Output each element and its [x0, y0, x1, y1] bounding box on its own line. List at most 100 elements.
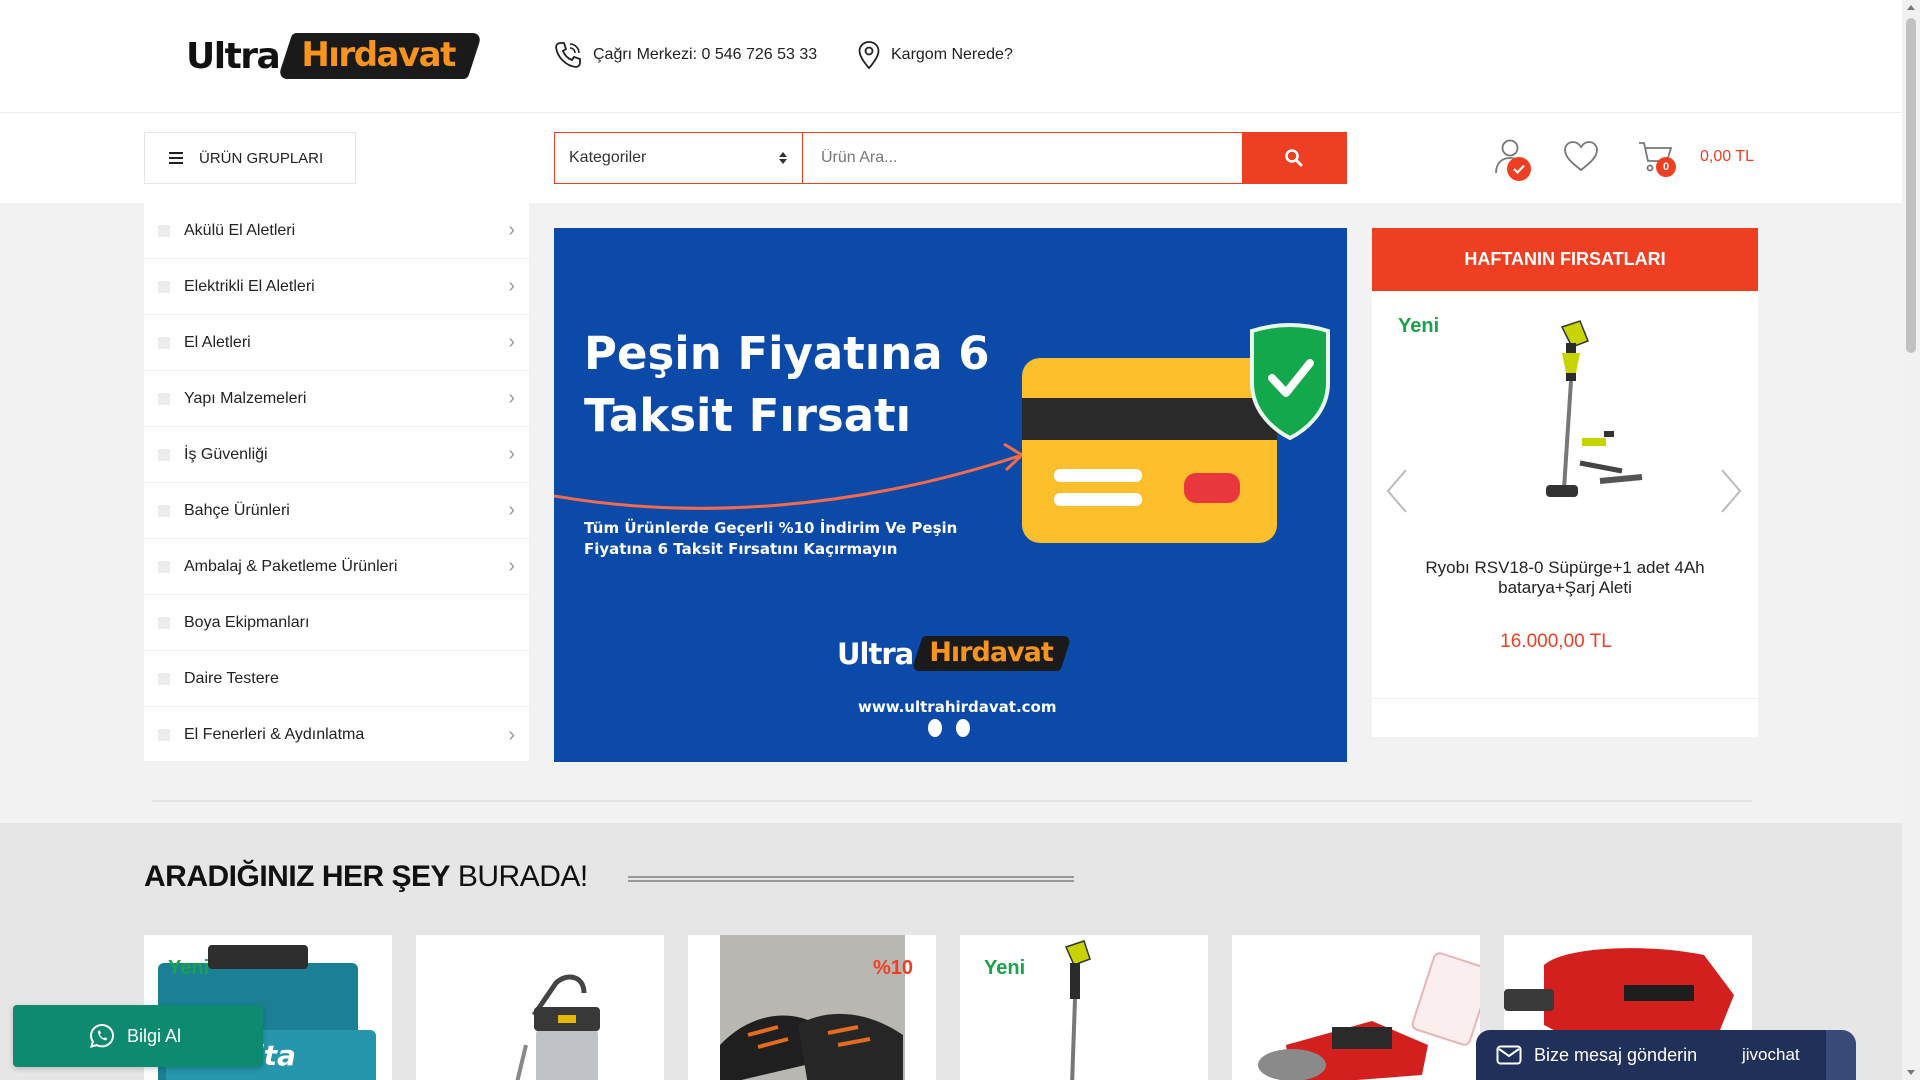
bullet-square — [158, 280, 170, 293]
sort-arrows-icon — [779, 152, 787, 164]
chevron-left-icon[interactable] — [1384, 468, 1410, 514]
logo-hirdavat-text: Hırdavat — [277, 33, 483, 79]
deal-product-name[interactable]: Ryobı RSV18-0 Süpürge+1 adet 4Ah batarya… — [1392, 558, 1738, 598]
bullet-square — [158, 336, 170, 349]
product-tag: Yeni — [168, 957, 210, 979]
sidebar-item-label: Akülü El Aletleri — [184, 221, 296, 239]
product-card[interactable] — [1232, 935, 1480, 1080]
cart-total[interactable]: 0,00 TL — [1700, 148, 1754, 166]
sidebar-item-akulu-el-aletleri[interactable]: Akülü El Aletleri › — [144, 203, 529, 259]
sidebar-item-el-aletleri[interactable]: El Aletleri › — [144, 315, 529, 371]
slider-dot[interactable] — [928, 719, 942, 737]
scrollbar-thumb[interactable] — [1906, 18, 1916, 353]
sidebar-item-label: Bahçe Ürünleri — [184, 501, 290, 519]
slider-dots — [928, 719, 970, 737]
account-button[interactable] — [1493, 137, 1531, 182]
bullet-square — [158, 560, 170, 573]
product-tag: %10 — [873, 957, 914, 979]
chevron-right-icon[interactable] — [1718, 468, 1744, 514]
divider — [152, 800, 1752, 802]
chevron-right-icon: › — [508, 499, 515, 521]
chevron-right-icon: › — [508, 275, 515, 297]
search-button[interactable] — [1242, 133, 1346, 183]
credit-card-shield-icon — [1022, 323, 1330, 543]
nav-bar: ÜRÜN GRUPLARI Kategoriler 0 0,00 TL — [0, 113, 1902, 203]
curved-arrow-graphic — [554, 442, 1025, 510]
whatsapp-label: Bilgi Al — [127, 1025, 182, 1046]
verified-check-icon — [1507, 157, 1531, 181]
sidebar-item-label: Elektrikli El Aletleri — [184, 277, 315, 295]
sidebar-item-label: Ambalaj & Paketleme Ürünleri — [184, 557, 398, 575]
cargo-tracking-link[interactable]: Kargom Nerede? — [857, 40, 1013, 70]
title-decoration — [628, 876, 1074, 882]
page-scrollbar[interactable] — [1902, 0, 1920, 1080]
sidebar-item-yapi-malzemeleri[interactable]: Yapı Malzemeleri › — [144, 371, 529, 427]
whatsapp-icon — [89, 1023, 115, 1048]
live-chat-button[interactable]: Bize mesaj gönderin jivochat — [1476, 1030, 1856, 1080]
envelope-icon — [1496, 1045, 1522, 1065]
wishlist-button[interactable] — [1562, 139, 1600, 178]
sidebar-item-ambalaj-paketleme[interactable]: Ambalaj & Paketleme Ürünleri › — [144, 539, 529, 595]
new-badge: Yeni — [1398, 315, 1440, 337]
sidebar-item-label: Daire Testere — [184, 669, 279, 687]
product-card[interactable] — [416, 935, 664, 1080]
product-tag: Yeni — [984, 957, 1026, 979]
bullet-square — [158, 448, 170, 461]
whatsapp-info-button[interactable]: Bilgi Al — [13, 1005, 263, 1067]
category-select[interactable]: Kategoriler — [555, 133, 803, 183]
chevron-right-icon: › — [508, 219, 515, 241]
sidebar-item-daire-testere[interactable]: Daire Testere — [144, 651, 529, 707]
angle-grinder-icon — [1258, 952, 1480, 1080]
banner-url: www.ultrahirdavat.com — [858, 698, 1057, 716]
live-chat-label: Bize mesaj gönderin — [1534, 1044, 1698, 1065]
sidebar-item-label: İş Güvenliği — [184, 445, 268, 463]
sidebar-item-el-fenerleri[interactable]: El Fenerleri & Aydınlatma › — [144, 707, 529, 763]
cart-button[interactable]: 0 — [1637, 139, 1676, 180]
slider-dot[interactable] — [956, 719, 970, 737]
sidebar-item-elektrikli-el-aletleri[interactable]: Elektrikli El Aletleri › — [144, 259, 529, 315]
weekly-deals: HAFTANIN FIRSATLARI Yeni Ryobı RSV18-0 S… — [1372, 228, 1758, 737]
chevron-right-icon: › — [508, 443, 515, 465]
menu-icon — [169, 152, 183, 164]
divider — [1372, 698, 1758, 699]
product-groups-label: ÜRÜN GRUPLARI — [199, 149, 324, 167]
sidebar-item-boya-ekipmanlari[interactable]: Boya Ekipmanları — [144, 595, 529, 651]
scroll-down-arrow[interactable] — [1907, 1070, 1915, 1075]
cargo-text: Kargom Nerede? — [891, 46, 1013, 63]
phone-icon — [555, 42, 581, 68]
scroll-up-arrow[interactable] — [1907, 5, 1915, 10]
bullet-square — [158, 504, 170, 517]
chevron-right-icon: › — [508, 331, 515, 353]
sidebar-item-is-guvenligi[interactable]: İş Güvenliği › — [144, 427, 529, 483]
bullet-square — [158, 672, 170, 685]
product-card[interactable]: %10 — [688, 935, 936, 1080]
search-bar: Kategoriler — [554, 132, 1347, 184]
chevron-right-icon: › — [508, 387, 515, 409]
call-center-text: Çağrı Merkezi: 0 546 726 53 33 — [593, 46, 818, 63]
banner-subtitle: Tüm Ürünlerde Geçerli %10 İndirim Ve Peş… — [584, 519, 958, 558]
search-input[interactable] — [803, 133, 1242, 183]
cart-count-badge: 0 — [1656, 157, 1676, 177]
weekly-deals-title: HAFTANIN FIRSATLARI — [1372, 228, 1758, 291]
chat-brand: jivochat — [1742, 1045, 1800, 1064]
sidebar-item-label: El Aletleri — [184, 333, 251, 351]
search-icon — [1285, 149, 1303, 167]
section-title: ARADIĞINIZ HER ŞEY BURADA! — [144, 860, 588, 893]
stick-vacuum-product-image[interactable] — [1492, 313, 1652, 513]
bullet-square — [158, 224, 170, 237]
category-sidebar: Akülü El Aletleri › Elektrikli El Aletler… — [144, 203, 529, 761]
bullet-square — [158, 729, 170, 741]
product-card[interactable]: Yeni — [960, 935, 1208, 1080]
sidebar-item-bahce-urunleri[interactable]: Bahçe Ürünleri › — [144, 483, 529, 539]
chevron-right-icon: › — [508, 555, 515, 577]
promo-banner[interactable]: Peşin Fiyatına 6 Taksit Fırsatı Tüm Ürün… — [554, 228, 1347, 762]
call-center[interactable]: Çağrı Merkezi: 0 546 726 53 33 — [553, 40, 817, 70]
chat-side-tab[interactable] — [1826, 1030, 1856, 1080]
vacuum-icon — [515, 974, 600, 1080]
deal-product-price: 16.000,00 TL — [1500, 631, 1612, 652]
site-logo[interactable]: Ultra Hırdavat — [186, 30, 483, 82]
location-pin-icon — [858, 41, 880, 70]
chevron-right-icon: › — [508, 723, 515, 746]
product-groups-button[interactable]: ÜRÜN GRUPLARI — [144, 132, 356, 184]
heart-icon — [1564, 141, 1598, 172]
